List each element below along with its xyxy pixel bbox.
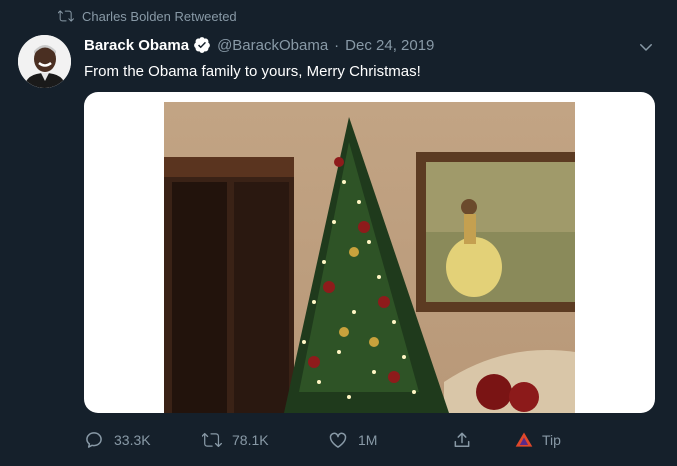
tip-icon — [515, 432, 533, 447]
retweet-icon — [58, 10, 74, 22]
like-count: 1M — [358, 432, 378, 448]
retweet-context[interactable]: Charles Bolden Retweeted — [58, 8, 237, 24]
tip-button[interactable]: Tip — [514, 430, 561, 450]
header-separator: · — [334, 36, 340, 54]
tip-label: Tip — [542, 432, 561, 448]
reply-count: 33.3K — [114, 432, 151, 448]
verified-badge-icon — [194, 37, 210, 53]
author-name[interactable]: Barack Obama — [84, 37, 189, 54]
christmas-tree-photo[interactable] — [164, 102, 575, 413]
tweet-text: From the Obama family to yours, Merry Ch… — [84, 63, 421, 80]
chevron-down-icon[interactable] — [637, 38, 655, 56]
reply-button[interactable]: 33.3K — [84, 430, 151, 450]
retweet-count: 78.1K — [232, 432, 269, 448]
retweet-context-label: Charles Bolden Retweeted — [82, 8, 237, 24]
author-handle[interactable]: @BarackObama — [217, 37, 328, 54]
retweet-icon — [202, 432, 222, 448]
heart-icon — [329, 432, 347, 448]
retweet-button[interactable]: 78.1K — [202, 430, 269, 450]
tweet-header: Barack Obama @BarackObama · Dec 24, 2019 — [84, 36, 657, 54]
avatar[interactable] — [18, 35, 71, 88]
reply-icon — [86, 432, 102, 448]
avatar-photo — [18, 35, 71, 88]
media-card[interactable] — [84, 92, 655, 413]
like-button[interactable]: 1M — [328, 430, 377, 450]
tweet-action-bar: 33.3K 78.1K 1M Tip — [84, 430, 584, 458]
tweet-date[interactable]: Dec 24, 2019 — [345, 37, 434, 54]
share-button[interactable] — [452, 430, 472, 450]
share-icon — [454, 432, 470, 447]
